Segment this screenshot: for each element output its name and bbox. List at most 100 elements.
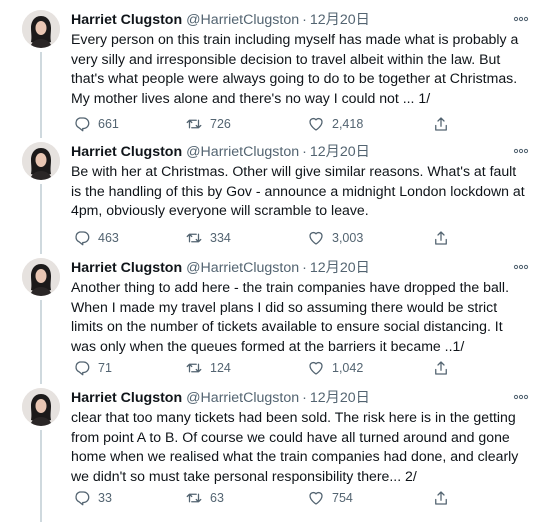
tweet-text-line: that's what people were always going to …	[71, 70, 518, 86]
retweet-icon	[186, 233, 202, 243]
tweet-text-line: My mother lives alone and there's no way…	[71, 89, 431, 106]
reply-count: 71	[98, 361, 112, 375]
tweet-actions: 33 63 754	[71, 488, 533, 508]
retweet-icon	[186, 363, 202, 373]
author-name[interactable]: Harriet Clugston	[71, 142, 182, 162]
share-button[interactable]	[432, 489, 457, 507]
reply-count: 463	[98, 231, 119, 245]
reply-icon	[75, 491, 90, 506]
tweet-text-line: Another thing to add here - the train co…	[71, 279, 509, 295]
tweet-text-line: Every person on this train including mys…	[71, 31, 519, 47]
tweet-text-line: limits on the number of tickets availabl…	[71, 318, 503, 334]
retweet-icon	[186, 493, 202, 503]
retweet-icon	[186, 119, 202, 129]
reply-button[interactable]: 71	[73, 359, 112, 377]
tweet-date[interactable]: 12月20日	[310, 388, 370, 408]
reply-button[interactable]: 463	[73, 229, 119, 247]
reply-count: 661	[98, 117, 119, 131]
like-button[interactable]: 1,042	[307, 359, 363, 377]
tweet-text-line: was only when the queues formed at the b…	[71, 337, 465, 354]
separator: ·	[302, 12, 307, 28]
retweet-count: 726	[210, 117, 231, 131]
reply-icon	[75, 361, 90, 376]
tweet-date[interactable]: 12月20日	[310, 10, 370, 30]
avatar[interactable]	[22, 258, 60, 296]
retweet-button[interactable]: 334	[185, 229, 231, 247]
avatar[interactable]	[22, 10, 60, 48]
author-name[interactable]: Harriet Clugston	[71, 258, 182, 278]
tweet-text-line: When I made my travel plans I did so ass…	[71, 298, 498, 315]
tweet-actions: 463 334 3,003	[71, 228, 533, 248]
author-handle[interactable]: @HarrietClugston	[186, 258, 299, 278]
retweet-count: 334	[210, 231, 231, 245]
tweet-text-line: from point A to B. Of course we could ha…	[71, 428, 510, 445]
heart-icon	[309, 117, 323, 131]
separator: ·	[302, 144, 307, 160]
tweet-date[interactable]: 12月20日	[310, 258, 370, 278]
retweet-count: 124	[210, 361, 231, 375]
reply-count: 33	[98, 491, 112, 505]
share-icon	[435, 491, 447, 505]
tweet-text-line: home when we realised what the train com…	[71, 448, 519, 464]
share-button[interactable]	[432, 115, 457, 133]
share-button[interactable]	[432, 229, 457, 247]
like-count: 754	[332, 491, 353, 505]
like-count: 2,418	[332, 117, 364, 131]
tweet-text-line: clear that too many tickets had been sol…	[71, 409, 516, 425]
tweet-text-line: 4pm, obviously everyone will scramble to…	[71, 202, 369, 218]
tweet-text: Every person on this train including mys…	[71, 30, 533, 108]
author-handle[interactable]: @HarrietClugston	[186, 388, 299, 408]
thread-connector	[40, 184, 42, 254]
heart-icon	[309, 361, 323, 375]
avatar[interactable]	[22, 142, 60, 180]
like-count: 3,003	[332, 231, 364, 245]
more-options-icon[interactable]	[511, 144, 531, 158]
tweet-text: Be with her at Christmas. Other will giv…	[71, 162, 533, 221]
heart-icon	[309, 491, 323, 505]
author-handle[interactable]: @HarrietClugston	[186, 142, 299, 162]
tweet-actions: 661 726 2,418	[71, 114, 533, 134]
like-button[interactable]: 3,003	[307, 229, 363, 247]
thread-connector	[40, 52, 42, 138]
tweet-date[interactable]: 12月20日	[310, 142, 370, 162]
tweet-header: Harriet Clugston @HarrietClugston · 12月2…	[71, 258, 533, 278]
share-icon	[435, 117, 447, 131]
tweet-text-line: very silly and irresponsible decision to…	[71, 50, 501, 67]
reply-button[interactable]: 661	[73, 115, 119, 133]
retweet-button[interactable]: 124	[185, 359, 231, 377]
share-icon	[435, 231, 447, 245]
tweet-text-line: Be with her at Christmas. Other will giv…	[71, 163, 517, 179]
more-options-icon[interactable]	[511, 260, 531, 274]
reply-button[interactable]: 33	[73, 489, 112, 507]
tweet-thread: Harriet Clugston @HarrietClugston · 12月2…	[0, 0, 546, 522]
avatar[interactable]	[22, 388, 60, 426]
retweet-count: 63	[210, 491, 224, 505]
tweet-actions: 71 124 1,042	[71, 358, 533, 378]
tweet-text: Another thing to add here - the train co…	[71, 278, 533, 356]
tweet-text-line: is the handling of this by Gov - announc…	[71, 182, 525, 199]
like-button[interactable]: 2,418	[307, 115, 363, 133]
separator: ·	[302, 260, 307, 276]
share-icon	[435, 361, 447, 375]
reply-icon	[75, 117, 90, 132]
author-handle[interactable]: @HarrietClugston	[186, 10, 299, 30]
tweet-text: clear that too many tickets had been sol…	[71, 408, 533, 486]
author-name[interactable]: Harriet Clugston	[71, 388, 182, 408]
heart-icon	[309, 231, 323, 245]
tweet-header: Harriet Clugston @HarrietClugston · 12月2…	[71, 388, 533, 408]
tweet-header: Harriet Clugston @HarrietClugston · 12月2…	[71, 142, 533, 162]
like-count: 1,042	[332, 361, 364, 375]
retweet-button[interactable]: 63	[185, 489, 224, 507]
thread-connector	[40, 300, 42, 384]
more-options-icon[interactable]	[511, 12, 531, 26]
tweet-text-line: we didn't so must take personal responsi…	[71, 467, 417, 484]
separator: ·	[302, 390, 307, 406]
author-name[interactable]: Harriet Clugston	[71, 10, 182, 30]
tweet-header: Harriet Clugston @HarrietClugston · 12月2…	[71, 10, 533, 30]
like-button[interactable]: 754	[307, 489, 353, 507]
retweet-button[interactable]: 726	[185, 115, 231, 133]
more-options-icon[interactable]	[511, 390, 531, 404]
thread-connector	[40, 430, 42, 522]
share-button[interactable]	[432, 359, 457, 377]
reply-icon	[75, 231, 90, 246]
